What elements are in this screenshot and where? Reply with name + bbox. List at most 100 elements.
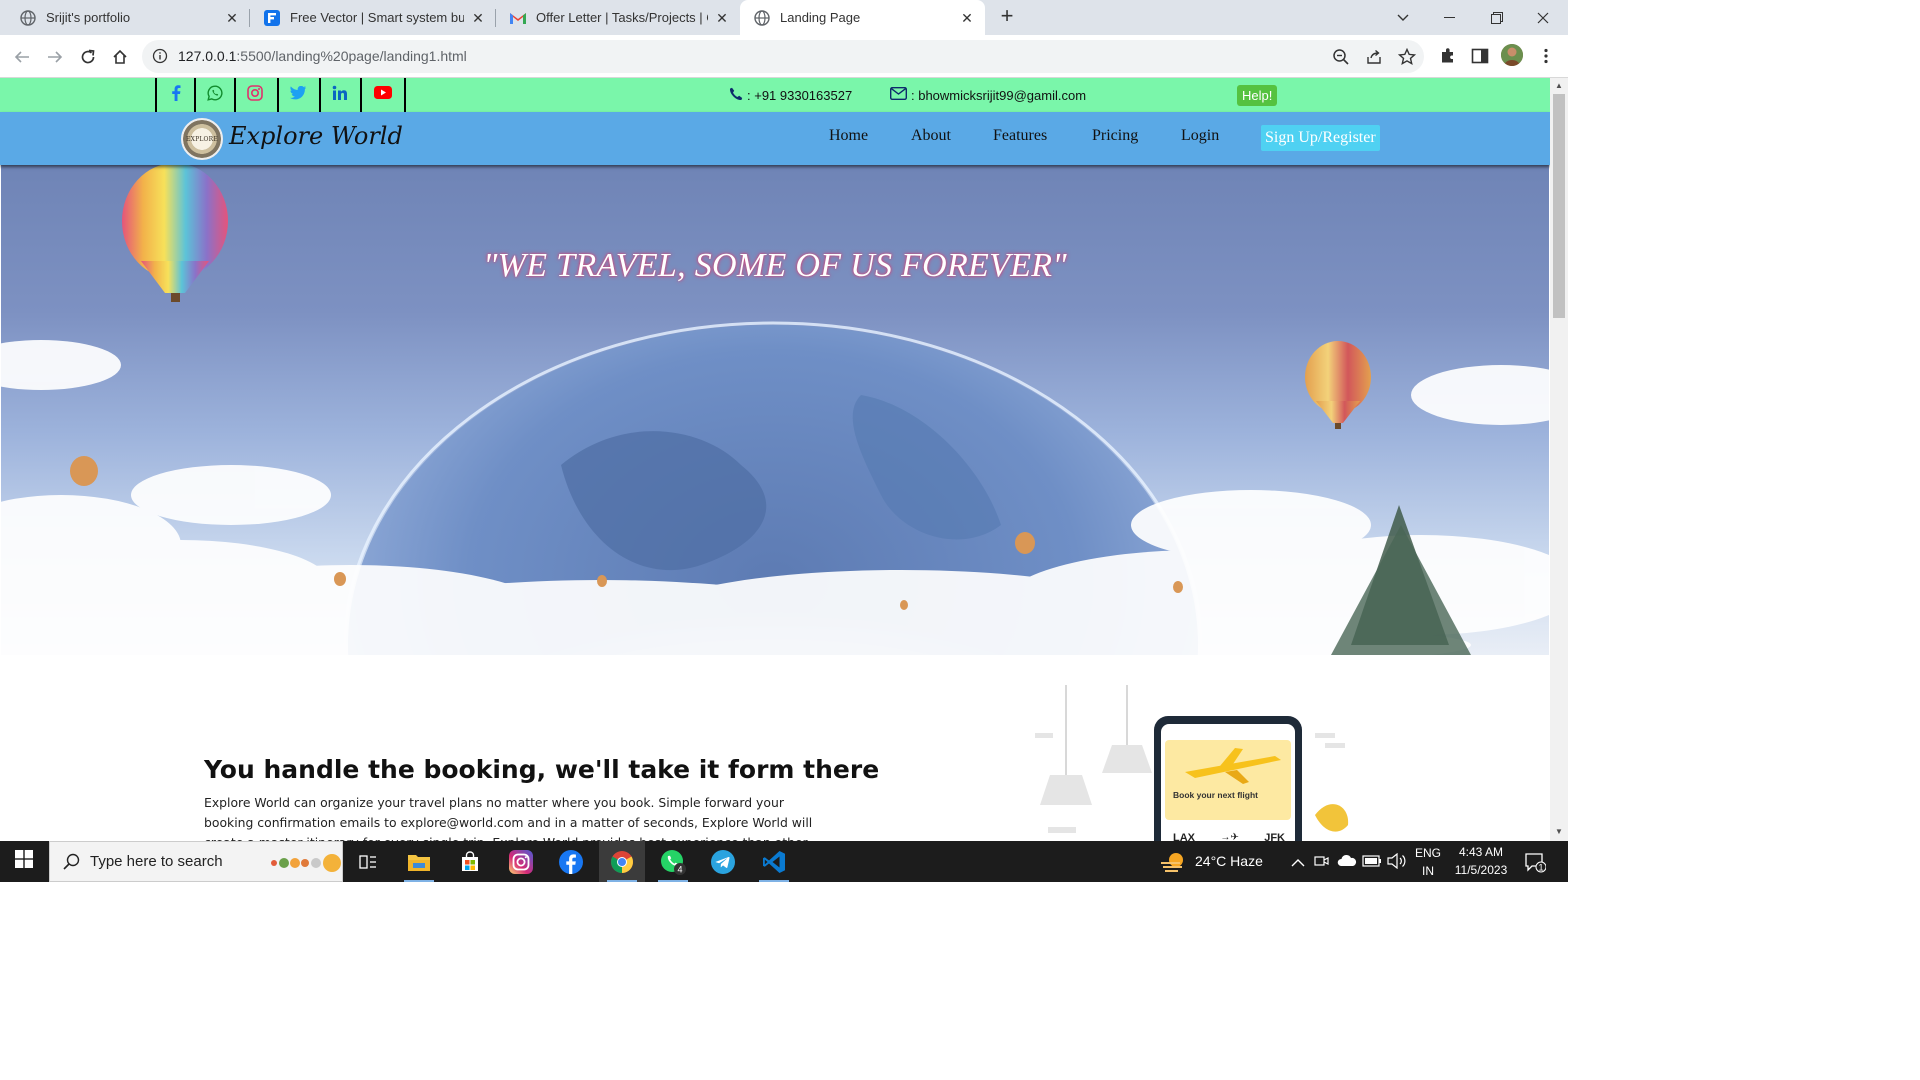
back-icon[interactable] (9, 44, 35, 70)
page-scrollbar[interactable]: ▲ ▼ (1550, 78, 1568, 841)
vscode-icon[interactable] (751, 841, 797, 882)
windows-taskbar: Type here to search 4 24°C Haze ENG IN 4… (0, 841, 1568, 882)
tab-free-vector[interactable]: Free Vector | Smart system busi ✕ (250, 0, 496, 35)
address-bar: 127.0.0.1:5500/landing%20page/landing1.h… (0, 35, 1568, 78)
logo-text: EXPLORE (186, 135, 218, 143)
new-tab-button[interactable]: + (996, 5, 1018, 28)
input-language[interactable]: ENG IN (1413, 844, 1443, 880)
close-tab-icon[interactable]: ✕ (224, 10, 240, 26)
close-tab-icon[interactable]: ✕ (714, 10, 730, 26)
nav-login[interactable]: Login (1181, 127, 1219, 145)
scroll-up-icon[interactable]: ▲ (1554, 81, 1564, 91)
brand-name[interactable]: Explore World (229, 122, 403, 150)
instagram-icon (247, 84, 263, 106)
nav-about[interactable]: About (911, 127, 951, 145)
weather-text[interactable]: 24°C Haze (1195, 853, 1263, 869)
close-tab-icon[interactable]: ✕ (959, 10, 975, 26)
flight-card: Book your next flight (1165, 740, 1291, 820)
microsoft-store-icon[interactable] (447, 841, 493, 882)
youtube-link[interactable] (360, 78, 406, 112)
browser-menu-icon[interactable] (1537, 47, 1555, 65)
taskbar-search[interactable]: Type here to search (49, 841, 343, 882)
hero-banner: "WE TRAVEL, SOME OF US FOREVER" (1, 165, 1549, 655)
facebook-app-icon[interactable] (548, 841, 594, 882)
help-button[interactable]: Help! (1237, 85, 1278, 106)
nav-features[interactable]: Features (993, 127, 1047, 145)
restore-button[interactable] (1474, 0, 1520, 35)
minimize-button[interactable] (1426, 0, 1472, 35)
weather-icon[interactable] (1160, 851, 1188, 878)
scroll-down-icon[interactable]: ▼ (1554, 827, 1564, 837)
tab-title: Offer Letter | Tasks/Projects | Co (536, 10, 708, 25)
zoom-icon[interactable] (1332, 48, 1350, 66)
volume-icon[interactable] (1387, 852, 1407, 874)
plane-arrow-icon: →✈ (1220, 832, 1239, 841)
onedrive-cloud-icon[interactable] (1337, 853, 1357, 874)
clock-time: 4:43 AM (1458, 845, 1504, 859)
email-address: : bhowmicksrijit99@gamil.com (911, 87, 1087, 103)
search-icon (63, 853, 80, 875)
gmail-icon (510, 10, 526, 26)
search-placeholder: Type here to search (90, 853, 223, 870)
language-code: ENG (1414, 846, 1441, 860)
site-info-icon[interactable] (152, 48, 168, 69)
logo[interactable]: EXPLORE (181, 118, 223, 160)
system-clock[interactable]: 4:43 AM 11/5/2023 (1452, 843, 1510, 879)
close-window-button[interactable] (1520, 0, 1566, 35)
task-view-icon[interactable] (345, 841, 391, 882)
telegram-icon[interactable] (700, 841, 746, 882)
facebook-icon (171, 84, 181, 106)
share-icon[interactable] (1365, 48, 1383, 66)
meet-now-icon[interactable] (1314, 853, 1330, 874)
reload-icon[interactable] (75, 44, 101, 70)
facebook-link[interactable] (155, 78, 195, 112)
hero-quote: "WE TRAVEL, SOME OF US FOREVER" (483, 247, 1067, 284)
contact-topbar: : +91 9330163527 : bhowmicksrijit99@gami… (0, 78, 1550, 112)
whatsapp-link[interactable] (194, 78, 234, 112)
signup-register-button[interactable]: Sign Up/Register (1261, 125, 1380, 151)
forward-icon[interactable] (42, 44, 68, 70)
phone-icon (729, 87, 743, 104)
search-highlight-icon (268, 853, 342, 878)
nav-home[interactable]: Home (829, 127, 868, 145)
file-explorer-icon[interactable] (396, 841, 442, 882)
booking-section: You handle the booking, we'll take it fo… (0, 655, 1550, 841)
url-path: :5500/landing%20page/landing1.html (236, 48, 467, 64)
show-hidden-icons-chevron-icon[interactable] (1291, 855, 1305, 873)
hero-background-image (1, 165, 1549, 655)
nav-pricing[interactable]: Pricing (1092, 127, 1138, 145)
airplane-icon (1185, 748, 1281, 784)
phone-screen: Book your next flight LAX →✈ JFK (1161, 724, 1295, 841)
instagram-app-icon[interactable] (498, 841, 544, 882)
main-navbar: EXPLORE Explore World Home About Feature… (0, 112, 1550, 165)
instagram-link[interactable] (234, 78, 274, 112)
battery-icon[interactable] (1362, 854, 1382, 873)
url-field[interactable]: 127.0.0.1:5500/landing%20page/landing1.h… (142, 40, 1424, 73)
close-tab-icon[interactable]: ✕ (470, 10, 486, 26)
envelope-icon (889, 86, 908, 103)
whatsapp-app-icon[interactable]: 4 (650, 841, 696, 882)
notification-center-icon[interactable]: 1 (1524, 851, 1547, 878)
scrollbar-thumb[interactable] (1553, 94, 1565, 318)
url-host: 127.0.0.1 (178, 48, 237, 64)
linkedin-link[interactable] (319, 78, 359, 112)
region-code: IN (1422, 864, 1434, 878)
tab-srijits-portfolio[interactable]: Srijit's portfolio ✕ (0, 0, 250, 35)
booking-description: Explore World can organize your travel p… (204, 795, 813, 841)
phone-contact: : +91 9330163527 (729, 87, 852, 104)
chrome-icon[interactable] (599, 841, 645, 882)
twitter-link[interactable] (277, 78, 317, 112)
home-icon[interactable] (107, 44, 133, 70)
linkedin-icon (332, 85, 348, 106)
tab-search-chevron-icon[interactable] (1380, 0, 1426, 35)
extensions-icon[interactable] (1439, 47, 1457, 65)
side-panel-icon[interactable] (1471, 47, 1489, 65)
bookmark-star-icon[interactable] (1397, 47, 1417, 66)
tab-offer-letter[interactable]: Offer Letter | Tasks/Projects | Co ✕ (496, 0, 740, 35)
profile-avatar[interactable] (1501, 44, 1523, 66)
start-button[interactable] (0, 841, 48, 882)
flight-route: LAX →✈ JFK (1173, 832, 1285, 841)
globe-icon (20, 9, 36, 26)
twitter-icon (289, 85, 306, 105)
tab-landing-page[interactable]: Landing Page ✕ (740, 0, 985, 35)
